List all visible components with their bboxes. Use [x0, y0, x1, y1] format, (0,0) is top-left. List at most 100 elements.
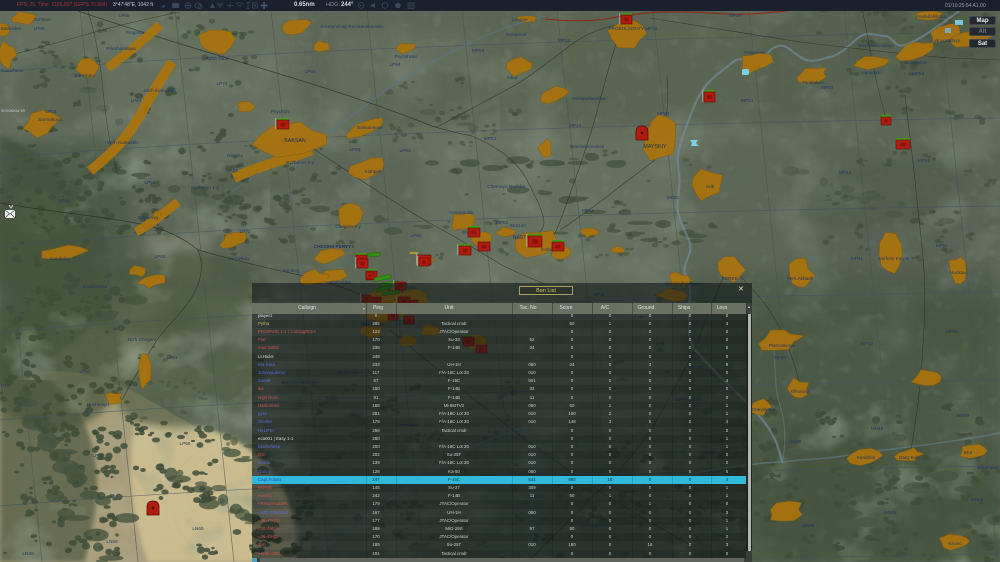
- svg-text:LP74: LP74: [217, 81, 228, 86]
- svg-text:Chernaya Rechka: Chernaya Rechka: [487, 184, 525, 189]
- svg-text:Psychoh: Psychoh: [271, 109, 289, 114]
- svg-text:MP40: MP40: [861, 341, 874, 346]
- svg-text:Yanikoy: Yanikoy: [283, 268, 300, 273]
- svg-text:Kishpek: Kishpek: [365, 169, 382, 174]
- svg-text:LP93: LP93: [400, 148, 411, 153]
- svg-text:Morzoh: Morzoh: [510, 223, 526, 228]
- svg-text:Malkodes: Malkodes: [1, 26, 22, 31]
- svg-text:Hushtosyrt: Hushtosyrt: [87, 402, 110, 407]
- svg-text:LP53: LP53: [59, 198, 70, 203]
- svg-text:LP54: LP54: [46, 109, 57, 114]
- svg-text:Lesnoe: Lesnoe: [512, 17, 528, 22]
- svg-text:Progress: Progress: [126, 30, 145, 35]
- svg-text:Kremenchug-Konstantinovskiy: Kremenchug-Konstantinovskiy: [320, 24, 384, 29]
- svg-text:LN59: LN59: [106, 539, 118, 544]
- svg-text:Kyzburun 3-y: Kyzburun 3-y: [286, 160, 314, 165]
- svg-text:MP50: MP50: [946, 329, 959, 334]
- svg-text:LP72: LP72: [240, 229, 251, 234]
- svg-text:MP33: MP33: [741, 98, 754, 103]
- svg-text:Novoivanovskoe: Novoivanovskoe: [570, 144, 605, 149]
- svg-text:LP50: LP50: [93, 453, 104, 458]
- svg-text:Brut: Brut: [964, 450, 973, 455]
- svg-text:MP52: MP52: [918, 158, 931, 163]
- svg-text:SEVKAVKAZ DR: SEVKAVKAZ DR: [1, 109, 26, 113]
- svg-text:Hurikau: Hurikau: [950, 270, 967, 275]
- svg-text:LP92: LP92: [411, 233, 422, 238]
- svg-text:Sarmakovo: Sarmakovo: [38, 117, 62, 122]
- svg-text:MAYSKIY: MAYSKIY: [643, 144, 667, 150]
- svg-text:Gundelen: Gundelen: [50, 256, 71, 261]
- svg-text:Yuvozhnoe: Yuvozhnoe: [0, 68, 24, 73]
- svg-text:Darg-Koh: Darg-Koh: [899, 455, 919, 460]
- svg-text:LN49: LN49: [22, 551, 34, 556]
- svg-text:Khumalag: Khumalag: [977, 465, 999, 470]
- svg-text:TEREK: TEREK: [722, 276, 739, 281]
- svg-text:Kyzburun 1-y: Kyzburun 1-y: [191, 185, 219, 190]
- svg-text:LP60: LP60: [180, 441, 191, 446]
- svg-text:Nizh Kurkuzhin: Nizh Kurkuzhin: [144, 88, 176, 93]
- svg-text:Kuba-Taba: Kuba-Taba: [206, 56, 229, 61]
- svg-text:MP42: MP42: [839, 170, 852, 175]
- svg-text:Chegem 2-y: Chegem 2-y: [335, 224, 361, 229]
- svg-text:MP12: MP12: [582, 208, 595, 213]
- svg-text:P41: P41: [1, 383, 10, 388]
- svg-text:LP64: LP64: [131, 98, 142, 103]
- svg-text:Vinogradnyy: Vinogradnyy: [934, 38, 961, 43]
- svg-text:LP51: LP51: [80, 369, 91, 374]
- svg-text:Kamlyuko: Kamlyuko: [75, 73, 96, 78]
- svg-text:Hamidiye: Hamidiye: [861, 70, 881, 75]
- svg-text:PROKHLADNYY MP24: PROKHLADNYY MP24: [609, 26, 658, 31]
- svg-text:MP43: MP43: [821, 85, 834, 90]
- svg-text:MP23: MP23: [657, 111, 670, 116]
- svg-text:Verh Kurkuzhin: Verh Kurkuzhin: [107, 140, 139, 145]
- svg-text:Zol'skoe: Zol'skoe: [33, 17, 51, 22]
- svg-text:MN49: MN49: [871, 426, 884, 431]
- svg-text:Nizh.Chegem: Nizh.Chegem: [128, 337, 156, 342]
- svg-text:MP02: MP02: [496, 220, 509, 225]
- svg-text:MP04: MP04: [472, 48, 485, 53]
- svg-text:MN58: MN58: [971, 497, 984, 502]
- svg-text:LP65: LP65: [119, 13, 130, 18]
- svg-text:MP13: MP13: [569, 123, 582, 128]
- svg-text:MP34: MP34: [729, 13, 742, 18]
- svg-text:Verh.Akbash: Verh.Akbash: [787, 276, 814, 281]
- svg-text:MP51: MP51: [936, 243, 949, 248]
- svg-text:Islamey: Islamey: [227, 153, 244, 158]
- svg-text:Altud: Altud: [507, 75, 518, 80]
- svg-text:LP73: LP73: [227, 168, 238, 173]
- svg-text:LP83: LP83: [350, 147, 361, 152]
- svg-text:MN48: MN48: [884, 510, 897, 515]
- svg-text:Priechinskaya: Priechinskaya: [106, 46, 136, 51]
- svg-text:Zayukovo: Zayukovo: [138, 215, 159, 220]
- svg-text:MN39: MN39: [789, 439, 802, 444]
- svg-text:MP22: MP22: [667, 195, 680, 200]
- svg-text:LP62: LP62: [155, 254, 166, 259]
- svg-text:Yantarnoe: Yantarnoe: [505, 32, 527, 37]
- svg-text:Novoosetinskaya: Novoosetinskaya: [858, 43, 894, 48]
- svg-text:LP61: LP61: [167, 355, 178, 360]
- svg-text:Sunotskoe: Sunotskoe: [905, 60, 928, 65]
- svg-text:Verhniy Kurpie: Verhniy Kurpie: [879, 256, 910, 261]
- svg-text:Yrogainoe: Yrogainoe: [743, 50, 765, 55]
- svg-text:Kirovo: Kirovo: [948, 541, 962, 546]
- svg-text:MN38: MN38: [802, 523, 815, 528]
- svg-text:Kardzhin: Kardzhin: [857, 455, 876, 460]
- svg-text:BAKSAN: BAKSAN: [284, 138, 306, 144]
- svg-text:Planovskoye: Planovskoye: [769, 343, 796, 348]
- svg-text:Germenchik: Germenchik: [448, 210, 474, 215]
- svg-text:Arik: Arik: [706, 184, 715, 189]
- svg-text:LP63: LP63: [145, 180, 156, 185]
- svg-text:LP55: LP55: [34, 26, 45, 31]
- svg-text:Elhotovo: Elhotovo: [791, 389, 810, 394]
- svg-text:MP41: MP41: [851, 256, 864, 261]
- svg-text:MN59: MN59: [957, 413, 970, 418]
- svg-text:MP53: MP53: [912, 71, 925, 76]
- svg-text:MP03: MP03: [484, 136, 497, 141]
- svg-text:CHEGEM PERVYY: CHEGEM PERVYY: [314, 244, 356, 249]
- svg-text:LP94: LP94: [390, 62, 401, 67]
- svg-text:Novopoltavskoe: Novopoltavskoe: [572, 96, 606, 101]
- svg-text:Zmeyskaya: Zmeyskaya: [751, 407, 775, 412]
- svg-text:MP14: MP14: [558, 38, 571, 43]
- svg-text:LN69: LN69: [192, 526, 204, 531]
- svg-text:Zhanhoteko: Zhanhoteko: [83, 284, 108, 289]
